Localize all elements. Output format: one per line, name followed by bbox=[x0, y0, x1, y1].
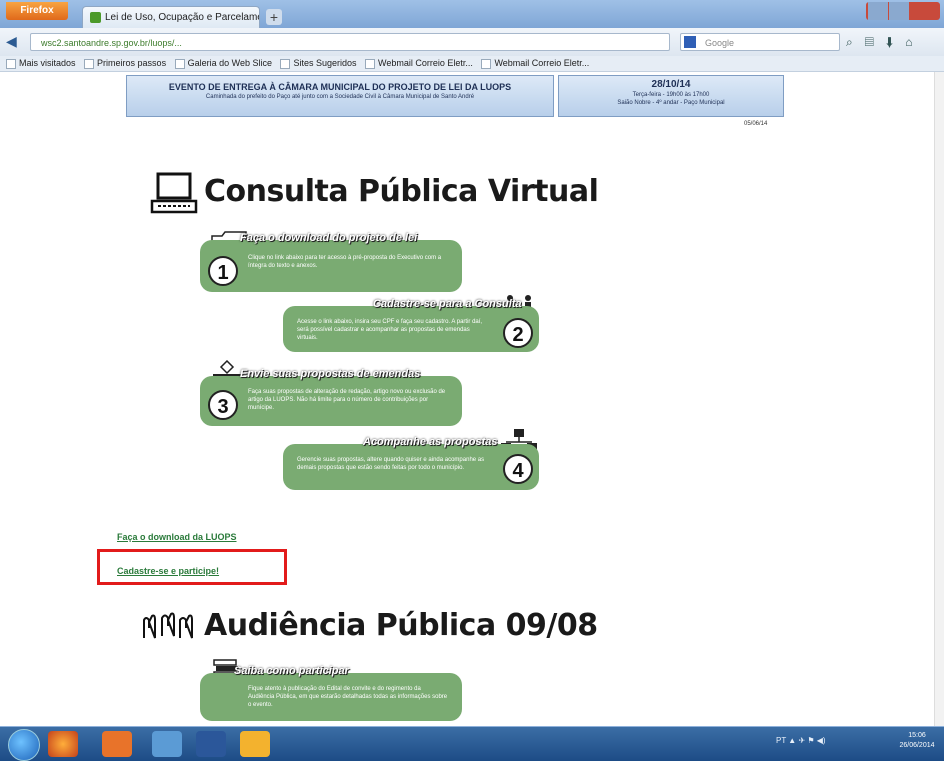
step-download: Faça o download do projeto de lei 1 Cliq… bbox=[200, 232, 462, 292]
step-number: 1 bbox=[208, 256, 238, 286]
event-banner-subtitle: Caminhada do prefeito do Paço até junto … bbox=[205, 94, 475, 100]
event-date: 28/10/14 bbox=[651, 79, 691, 90]
clock[interactable]: 15:06 26/06/2014 bbox=[894, 731, 940, 757]
step-body: Fique atento à publicação do Edital de c… bbox=[248, 686, 448, 708]
clock-date: 26/06/2014 bbox=[899, 742, 935, 749]
bookmark-item[interactable]: Sites Sugeridos bbox=[280, 56, 357, 71]
step-body: Acesse o link abaixo, insira seu CPF e f… bbox=[297, 319, 483, 341]
back-arrow-icon[interactable]: ◀ bbox=[6, 33, 22, 49]
firefox-taskbar-icon[interactable] bbox=[48, 731, 78, 757]
event-time: Terça-feira - 19h00 às 17h00 bbox=[632, 92, 710, 98]
step-number: 3 bbox=[208, 390, 238, 420]
update-date: 05/06/14 bbox=[744, 121, 768, 127]
step-body: Faça suas propostas de alteração de reda… bbox=[248, 389, 446, 411]
event-banner[interactable]: EVENTO DE ENTREGA À CÂMARA MUNICIPAL DO … bbox=[126, 75, 554, 117]
toolbar-icons[interactable]: ⌕▤⬇⌂ bbox=[846, 34, 942, 50]
audiencia-title: Audiência Pública 09/08 bbox=[204, 608, 598, 643]
bookmark-icon bbox=[174, 58, 185, 69]
bookmark-item[interactable]: Mais visitados bbox=[6, 56, 76, 71]
step-how-to-participate: Saiba como participar Fique atento à pub… bbox=[200, 665, 462, 721]
step-heading: Saiba como participar bbox=[234, 665, 349, 677]
word-taskbar-icon[interactable] bbox=[196, 731, 226, 757]
step-number: 4 bbox=[503, 454, 533, 484]
bookmark-item[interactable]: Primeiros passos bbox=[84, 56, 166, 71]
firefox-menu-button[interactable]: Firefox bbox=[6, 2, 68, 20]
bookmark-icon bbox=[481, 58, 492, 69]
step-register: Cadastre-se para a Consulta Acesse o lin… bbox=[283, 298, 539, 352]
bookmark-icon bbox=[84, 58, 95, 69]
bookmark-icon bbox=[365, 58, 376, 69]
step-body: Clique no link abaixo para ter acesso à … bbox=[248, 255, 442, 269]
maximize-window-button[interactable] bbox=[889, 2, 909, 20]
step-body: Gerencie suas propostas, altere quando q… bbox=[297, 457, 485, 471]
bookmark-item[interactable]: Webmail Correio Eletr... bbox=[365, 56, 473, 71]
event-banner-title: EVENTO DE ENTREGA À CÂMARA MUNICIPAL DO … bbox=[168, 82, 512, 92]
minimize-window-button[interactable] bbox=[868, 2, 888, 20]
tab-favicon-icon bbox=[90, 12, 101, 23]
url-bar[interactable]: wsc2.santoandre.sp.gov.br/luops/... bbox=[30, 33, 670, 51]
date-banner[interactable]: 28/10/14 Terça-feira - 19h00 às 17h00 Sa… bbox=[558, 75, 784, 117]
bookmarks-bar: Mais visitados Primeiros passos Galeria … bbox=[0, 56, 944, 72]
download-luops-link[interactable]: Faça o download da LUOPS bbox=[117, 532, 237, 542]
system-tray[interactable]: PT ▲ ✈ ⚑ ◀) bbox=[776, 736, 886, 750]
step-heading: Faça o download do projeto de lei bbox=[240, 232, 418, 244]
consulta-title: Consulta Pública Virtual bbox=[204, 174, 599, 209]
network-taskbar-icon[interactable] bbox=[152, 731, 182, 757]
vertical-scrollbar[interactable] bbox=[934, 72, 944, 726]
step-send-proposals: Envie suas propostas de emendas 3 Faça s… bbox=[200, 368, 462, 426]
new-tab-button[interactable]: + bbox=[266, 9, 282, 25]
raised-hands-icon bbox=[143, 612, 193, 639]
tab-title: Lei de Uso, Ocupação e Parcelamento d... bbox=[105, 12, 259, 23]
outlook-taskbar-icon[interactable] bbox=[102, 731, 132, 757]
step-follow-proposals: Acompanhe as propostas Gerencie suas pro… bbox=[283, 436, 539, 490]
laptop-icon bbox=[150, 172, 198, 214]
step-heading: Acompanhe as propostas bbox=[363, 436, 498, 448]
bookmark-icon bbox=[6, 58, 16, 69]
google-icon[interactable] bbox=[684, 36, 696, 48]
clock-time: 15:06 bbox=[908, 732, 926, 739]
bookmark-item[interactable]: Webmail Correio Eletr... bbox=[481, 56, 589, 71]
search-input[interactable]: Google bbox=[680, 33, 840, 51]
step-number: 2 bbox=[503, 318, 533, 348]
paint-taskbar-icon[interactable] bbox=[240, 731, 270, 757]
start-button[interactable] bbox=[8, 729, 40, 761]
bookmark-icon bbox=[280, 58, 291, 69]
step-heading: Cadastre-se para a Consulta bbox=[373, 298, 522, 310]
browser-tab[interactable]: Lei de Uso, Ocupação e Parcelamento d... bbox=[82, 6, 260, 28]
bookmark-item[interactable]: Galeria do Web Slice bbox=[174, 56, 272, 71]
step-heading: Envie suas propostas de emendas bbox=[240, 368, 421, 380]
highlight-box bbox=[97, 549, 287, 585]
event-location: Saião Nobre - 4º andar - Paço Municipal bbox=[617, 100, 725, 106]
